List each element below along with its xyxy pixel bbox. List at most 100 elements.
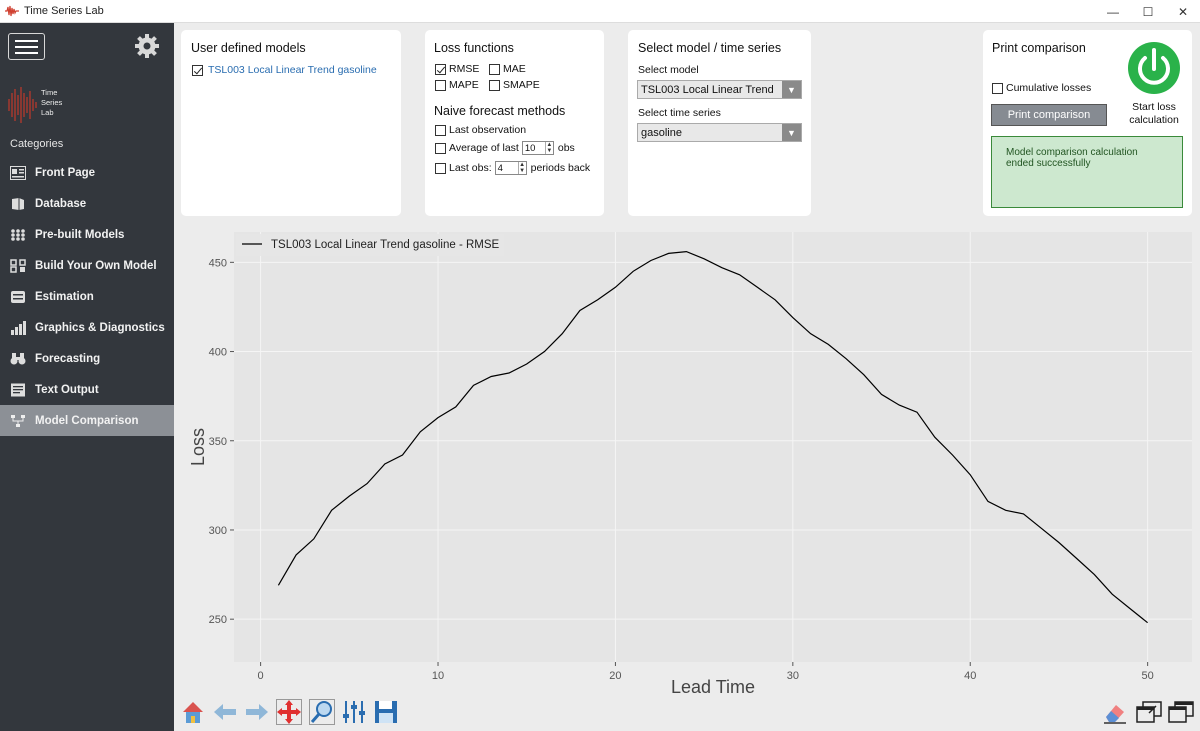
back-arrow-icon[interactable] [212, 699, 238, 725]
cumulative-losses-checkbox[interactable] [992, 82, 1003, 94]
average-of-last-suffix: obs [557, 142, 575, 154]
sidebar-item-model-comparison[interactable]: Model Comparison [0, 405, 174, 436]
select-series-dropdown[interactable]: gasoline ▼ [637, 123, 802, 142]
window-title: Time Series Lab [24, 5, 104, 17]
eraser-icon[interactable] [1102, 699, 1128, 725]
last-obs-option[interactable]: Last obs: 4 ▲ ▼ periods back [435, 161, 590, 175]
x-axis-label: Lead Time [671, 677, 755, 695]
mae-option[interactable]: MAE [489, 63, 526, 75]
x-tick-label: 20 [609, 670, 621, 682]
print-comparison-title: Print comparison [992, 41, 1086, 55]
select-model-dropdown[interactable]: TSL003 Local Linear Trend ▼ [637, 80, 802, 99]
select-model-title: Select model / time series [638, 41, 782, 55]
y-tick-label: 250 [209, 614, 227, 626]
plot-background [234, 232, 1192, 662]
power-button-icon[interactable] [1127, 41, 1181, 95]
last-observation-option[interactable]: Last observation [435, 124, 526, 136]
sidebar-item-database[interactable]: Database [0, 188, 174, 219]
y-tick-label: 300 [209, 525, 227, 537]
text-output-icon [11, 383, 25, 396]
zoom-icon[interactable] [309, 699, 335, 725]
rmse-option[interactable]: RMSE [435, 63, 479, 75]
plot-toolbar [174, 695, 1200, 731]
maximize-button[interactable]: ☐ [1130, 0, 1166, 23]
average-of-last-checkbox[interactable] [435, 142, 446, 154]
minimize-button[interactable]: — [1095, 0, 1131, 23]
rmse-label: RMSE [449, 63, 480, 75]
x-tick-label: 50 [1142, 670, 1154, 682]
grid-icon [11, 228, 25, 241]
front-page-icon [10, 165, 26, 180]
configure-icon[interactable] [341, 699, 367, 725]
sidebar-item-build-your-own-model[interactable]: Build Your Own Model [0, 250, 174, 281]
window-restore-icon[interactable] [1136, 699, 1162, 725]
smape-option[interactable]: SMAPE [489, 79, 540, 91]
gear-icon[interactable] [134, 33, 160, 59]
mape-option[interactable]: MAPE [435, 79, 479, 91]
last-obs-spinbox[interactable]: 4 ▲ ▼ [494, 161, 527, 175]
categories-label: Categories [10, 138, 64, 150]
menu-icon[interactable] [8, 33, 45, 60]
select-series-label: Select time series [638, 107, 721, 119]
user-model-checkbox[interactable] [192, 64, 203, 76]
user-defined-models-title: User defined models [191, 41, 306, 55]
average-of-last-spinbox[interactable]: 10 ▲ ▼ [521, 141, 554, 155]
last-observation-checkbox[interactable] [435, 124, 446, 136]
sidebar-item-forecasting[interactable]: Forecasting [0, 343, 174, 374]
forward-arrow-icon[interactable] [244, 699, 270, 725]
cumulative-losses-option[interactable]: Cumulative losses [992, 82, 1091, 94]
window-popout-icon[interactable] [1168, 699, 1194, 725]
smape-label: SMAPE [503, 79, 540, 91]
mape-checkbox[interactable] [435, 79, 446, 91]
app-icon [5, 5, 19, 17]
plot-area[interactable]: 0 10 20 30 40 50 250 300 350 400 450 Lead Time Loss T… [174, 224, 1200, 695]
sidebar-item-pre-built-models[interactable]: Pre-built Models [0, 219, 174, 250]
y-tick-label: 350 [209, 436, 227, 448]
last-obs-label: Last obs: [449, 162, 492, 174]
x-tick-label: 10 [432, 670, 444, 682]
sidebar-item-text-output[interactable]: Text Output [0, 374, 174, 405]
mape-label: MAPE [449, 79, 479, 91]
home-icon[interactable] [180, 699, 206, 725]
rmse-checkbox[interactable] [435, 63, 446, 75]
x-tick-label: 0 [258, 670, 264, 682]
spin-arrows-icon[interactable]: ▲ ▼ [517, 162, 526, 174]
chevron-down-icon[interactable]: ▼ [782, 81, 801, 98]
chevron-down-icon[interactable]: ▼ [782, 124, 801, 141]
naive-methods-title: Naive forecast methods [434, 104, 566, 118]
print-comparison-button[interactable]: Print comparison [991, 104, 1107, 126]
average-of-last-label: Average of last [449, 142, 519, 154]
select-model-value: TSL003 Local Linear Trend [641, 83, 774, 96]
select-model-label: Select model [638, 64, 699, 76]
sidebar-item-graphics-diagnostics[interactable]: Graphics & Diagnostics [0, 312, 174, 343]
average-of-last-option[interactable]: Average of last 10 ▲ ▼ obs [435, 141, 575, 155]
binoculars-icon [10, 352, 26, 364]
build-icon [10, 258, 26, 273]
pan-icon[interactable] [276, 699, 302, 725]
mae-checkbox[interactable] [489, 63, 500, 75]
sidebar-item-estimation[interactable]: Estimation [0, 281, 174, 312]
user-model-item[interactable]: TSL003 Local Linear Trend gasoline [192, 64, 377, 76]
loss-functions-panel: Loss functions RMSE MAE MAPE SMAPE Naive… [425, 30, 604, 216]
y-axis-label: Loss [188, 428, 208, 466]
status-message: Model comparison calculation ended succe… [991, 136, 1183, 208]
last-obs-checkbox[interactable] [435, 162, 446, 174]
close-button[interactable]: ✕ [1165, 0, 1200, 23]
smape-checkbox[interactable] [489, 79, 500, 91]
loss-functions-title: Loss functions [434, 41, 514, 55]
model-comparison-icon [11, 414, 25, 427]
save-icon[interactable] [373, 699, 399, 725]
sidebar: Time Series Lab Categories Front Page Da… [0, 23, 174, 731]
print-comparison-panel: Print comparison Cumulative losses Print… [983, 30, 1192, 216]
last-obs-value: 4 [497, 162, 503, 174]
database-icon [12, 197, 24, 210]
select-model-panel: Select model / time series Select model … [628, 30, 811, 216]
spin-arrows-icon[interactable]: ▲ ▼ [544, 142, 553, 154]
title-bar: Time Series Lab — ☐ ✕ [0, 0, 1200, 23]
last-obs-suffix: periods back [530, 162, 591, 174]
mae-label: MAE [503, 63, 526, 75]
legend-label: TSL003 Local Linear Trend gasoline - RMS… [271, 239, 500, 251]
select-series-value: gasoline [641, 126, 682, 139]
sidebar-item-front-page[interactable]: Front Page [0, 157, 174, 188]
loss-chart[interactable]: 0 10 20 30 40 50 250 300 350 400 450 Lead Time Loss T… [174, 224, 1200, 695]
